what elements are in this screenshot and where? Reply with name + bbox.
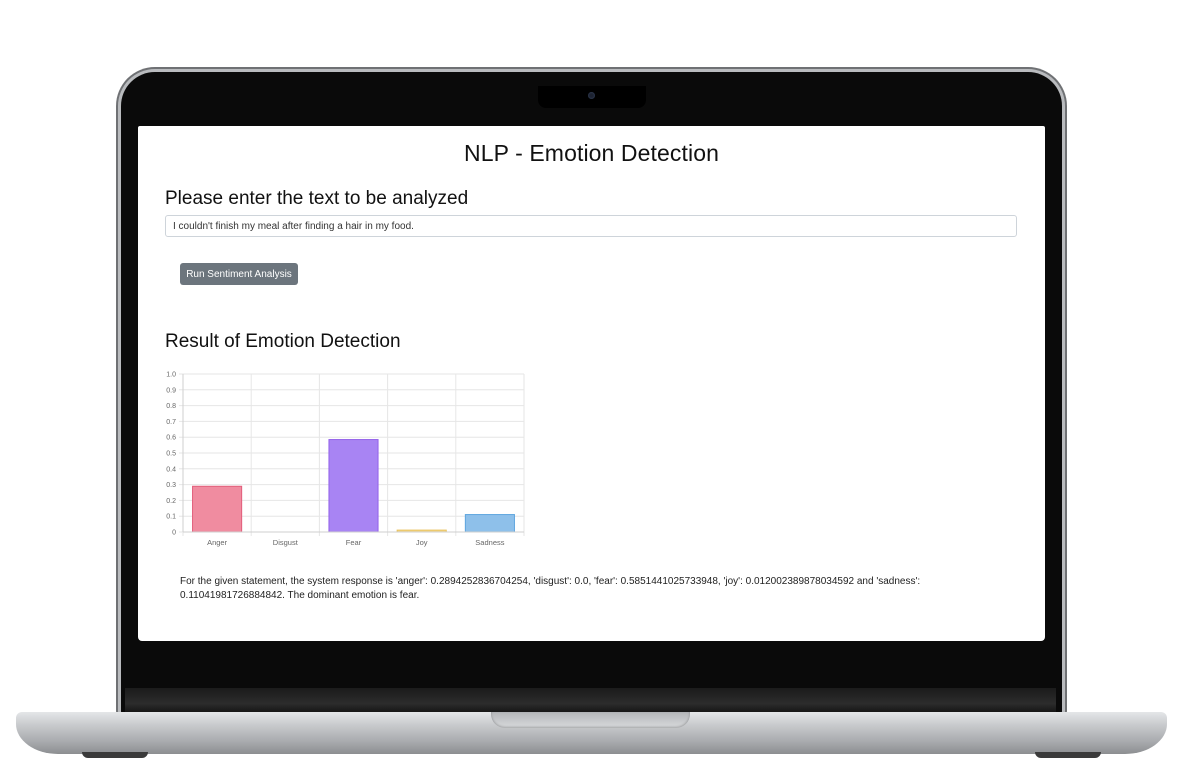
laptop-hinge <box>125 688 1056 714</box>
bar-anger <box>192 485 243 533</box>
y-tick-label: 0.6 <box>166 435 176 442</box>
laptop-mockup: NLP - Emotion Detection Please enter the… <box>0 0 1183 769</box>
y-tick-label: 0.1 <box>166 514 176 521</box>
x-tick-label: Joy <box>416 538 428 547</box>
x-tick-label: Disgust <box>273 538 299 547</box>
y-tick-label: 0.8 <box>166 403 176 410</box>
y-tick-label: 0.7 <box>166 419 176 426</box>
laptop-foot-right <box>1035 752 1101 758</box>
y-tick-label: 0 <box>172 530 176 537</box>
run-sentiment-analysis-button[interactable]: Run Sentiment Analysis <box>180 263 298 285</box>
bar-fear <box>328 439 379 533</box>
y-tick-label: 0.4 <box>166 466 176 473</box>
laptop-foot-left <box>82 752 148 758</box>
y-tick-label: 1.0 <box>166 372 176 379</box>
y-tick-label: 0.9 <box>166 387 176 394</box>
chart-svg: 0 0.1 0.2 0.3 0.4 0.5 0.6 0.7 0.8 0.9 1.0 Anger Disg… <box>166 372 525 547</box>
y-tick-label: 0.3 <box>166 482 176 489</box>
prompt-heading: Please enter the text to be analyzed <box>165 188 469 209</box>
result-text: For the given statement, the system resp… <box>180 576 921 601</box>
y-tick-label: 0.2 <box>166 498 176 505</box>
x-tick-label: Sadness <box>475 538 504 547</box>
emotion-bar-chart: 0 0.1 0.2 0.3 0.4 0.5 0.6 0.7 0.8 0.9 1.0 Anger Disg… <box>162 367 532 551</box>
text-input[interactable] <box>165 215 1017 237</box>
y-tick-label: 0.5 <box>166 451 176 458</box>
browser-screen: NLP - Emotion Detection Please enter the… <box>138 126 1045 641</box>
x-tick-label: Anger <box>207 538 228 547</box>
result-heading: Result of Emotion Detection <box>165 331 401 352</box>
page-title: NLP - Emotion Detection <box>464 140 719 166</box>
bar-sadness <box>464 514 515 533</box>
laptop-lip <box>491 712 690 728</box>
x-tick-label: Fear <box>346 538 362 547</box>
camera-icon <box>588 92 595 99</box>
